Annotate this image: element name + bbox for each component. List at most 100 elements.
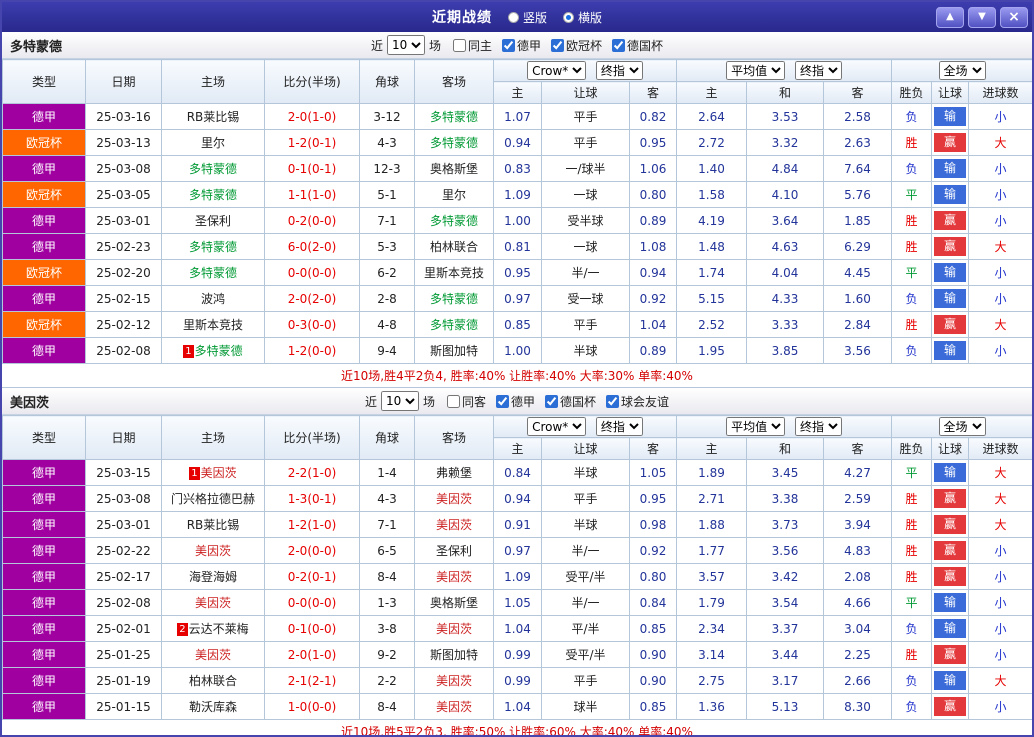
odds-stage-select[interactable]: 终指 — [595, 417, 643, 436]
move-up-button[interactable]: ▲ — [936, 6, 964, 28]
team-label: 美因茨 — [435, 700, 472, 714]
away-team-cell: 斯图加特 — [414, 337, 494, 364]
team-section-mainz: 美因茨 近 10 场 同客 德甲 德国杯 球会友谊 类型 日期 主场 比分(半场) 角… — [2, 388, 1032, 735]
filter-checkbox[interactable] — [446, 394, 460, 408]
goals-cell: 大 — [968, 129, 1032, 156]
match-row: 德甲 25-01-15 勒沃库森 1-0(0-0) 8-4 美因茨 1.04 球半 0.85 1.… — [2, 693, 1032, 720]
handicap-cell: 受平/半 — [541, 563, 630, 590]
fulltime-select[interactable]: 全场 — [938, 417, 986, 436]
fulltime-select[interactable]: 全场 — [938, 61, 986, 80]
filter-checkbox[interactable] — [606, 394, 620, 408]
team-label: 里斯本竞技 — [182, 318, 243, 332]
league-cell: 德甲 — [2, 459, 86, 486]
match-row: 欧冠杯 25-02-20 多特蒙德 0-0(0-0) 6-2 里斯本竞技 0.95 半/一 0.… — [2, 259, 1032, 286]
avg-draw-cell: 3.54 — [746, 589, 825, 616]
filter-option[interactable]: 球会友谊 — [606, 393, 669, 410]
odds-home-cell: 0.85 — [493, 311, 542, 338]
odds-stage-select[interactable]: 终指 — [595, 61, 643, 80]
filter-checkbox-label: 德国杯 — [627, 38, 664, 53]
handicap-result-chip: 输 — [934, 671, 967, 690]
filter-option[interactable]: 同主 — [452, 37, 492, 54]
recent-count-select[interactable]: 10 — [386, 35, 425, 55]
handicap-result-cell: 输 — [931, 285, 970, 312]
result-cell: 平 — [891, 589, 933, 616]
result-cell: 胜 — [891, 641, 933, 668]
col-date: 日期 — [85, 415, 162, 460]
avg-draw-cell: 3.64 — [746, 207, 825, 234]
bookmaker-select[interactable]: Crow* — [527, 61, 587, 80]
league-cell: 德甲 — [2, 615, 86, 642]
rank-badge: 1 — [189, 467, 200, 480]
odds-away-cell: 0.85 — [628, 693, 678, 720]
avg-home-cell: 5.15 — [676, 285, 748, 312]
away-team-cell: 多特蒙德 — [414, 129, 494, 156]
close-button[interactable]: × — [1000, 6, 1028, 28]
team-label: 圣保利 — [435, 544, 472, 558]
rank-badge: 1 — [183, 345, 194, 358]
filter-checkbox[interactable] — [612, 38, 626, 52]
view-mode-radio[interactable]: 竖版 — [507, 9, 547, 26]
filter-checkbox[interactable] — [545, 394, 559, 408]
avg-home-cell: 2.64 — [676, 103, 748, 130]
filter-option[interactable]: 德国杯 — [612, 37, 663, 54]
move-down-button[interactable]: ▼ — [968, 6, 996, 28]
league-cell: 欧冠杯 — [2, 129, 86, 156]
odds-away-cell: 0.89 — [628, 337, 678, 364]
handicap-result-chip: 输 — [934, 463, 967, 482]
result-cell: 胜 — [891, 511, 933, 538]
rank-badge: 2 — [177, 623, 188, 636]
avg-stage-select[interactable]: 终指 — [794, 61, 842, 80]
home-team-cell: RB莱比锡 — [161, 511, 265, 538]
result-cell: 负 — [891, 155, 933, 182]
filter-option[interactable]: 德甲 — [496, 393, 535, 410]
bookmaker-select[interactable]: Crow* — [527, 417, 587, 436]
avg-draw-cell: 3.33 — [746, 311, 825, 338]
avg-home-cell: 2.75 — [676, 667, 748, 694]
handicap-result-cell: 赢 — [931, 207, 970, 234]
avg-stage-select[interactable]: 终指 — [794, 417, 842, 436]
corner-cell: 2-2 — [359, 667, 415, 694]
home-team-cell: 多特蒙德 — [161, 155, 265, 182]
avg-home-cell: 3.14 — [676, 641, 748, 668]
score-cell: 1-2(0-0) — [264, 337, 360, 364]
date-cell: 25-01-25 — [85, 641, 162, 668]
avg-home-cell: 1.79 — [676, 589, 748, 616]
home-team-cell: 柏林联合 — [161, 667, 265, 694]
recent-count-select[interactable]: 10 — [380, 391, 419, 411]
filter-option[interactable]: 欧冠杯 — [551, 37, 602, 54]
league-cell: 德甲 — [2, 103, 86, 130]
avg-home-cell: 1.77 — [676, 537, 748, 564]
team-label: 多特蒙德 — [429, 292, 478, 306]
team-section-dortmund: 多特蒙德 近 10 场 同主 德甲 欧冠杯 德国杯 类型 日期 主场 比分(半场) 角… — [2, 32, 1032, 388]
filter-checkbox[interactable] — [452, 38, 466, 52]
handicap-result-chip: 输 — [934, 619, 967, 638]
avg-select[interactable]: 平均值 — [726, 61, 786, 80]
handicap-result-cell: 输 — [931, 337, 970, 364]
avg-draw-cell: 4.04 — [746, 259, 825, 286]
result-cell: 胜 — [891, 537, 933, 564]
filter-option[interactable]: 德甲 — [502, 37, 541, 54]
view-mode-radio[interactable]: 横版 — [563, 9, 602, 26]
avg-draw-cell: 3.37 — [746, 615, 825, 642]
filter-option[interactable]: 同客 — [446, 393, 486, 410]
handicap-cell: 受半球 — [541, 207, 630, 234]
avg-home-cell: 1.95 — [676, 337, 748, 364]
avg-home-cell: 1.89 — [676, 459, 748, 486]
filter-checkbox[interactable] — [502, 38, 515, 52]
avg-away-cell: 2.84 — [823, 311, 893, 338]
handicap-result-cell: 输 — [931, 615, 970, 642]
radio-icon — [507, 11, 519, 23]
col-handicap-result: 让球 — [931, 81, 970, 104]
avg-select[interactable]: 平均值 — [726, 417, 786, 436]
handicap-cell: 平手 — [541, 129, 630, 156]
col-result: 胜负 — [891, 81, 933, 104]
date-cell: 25-02-20 — [85, 259, 162, 286]
filter-checkbox-label: 球会友谊 — [621, 394, 670, 409]
avg-draw-cell: 4.63 — [746, 233, 825, 260]
goals-cell: 小 — [968, 537, 1032, 564]
filter-checkbox[interactable] — [496, 394, 509, 408]
filter-option[interactable]: 德国杯 — [545, 393, 596, 410]
col-odds-handicap: 让球 — [541, 81, 630, 104]
filter-checkbox[interactable] — [551, 38, 565, 52]
goals-cell: 小 — [968, 589, 1032, 616]
